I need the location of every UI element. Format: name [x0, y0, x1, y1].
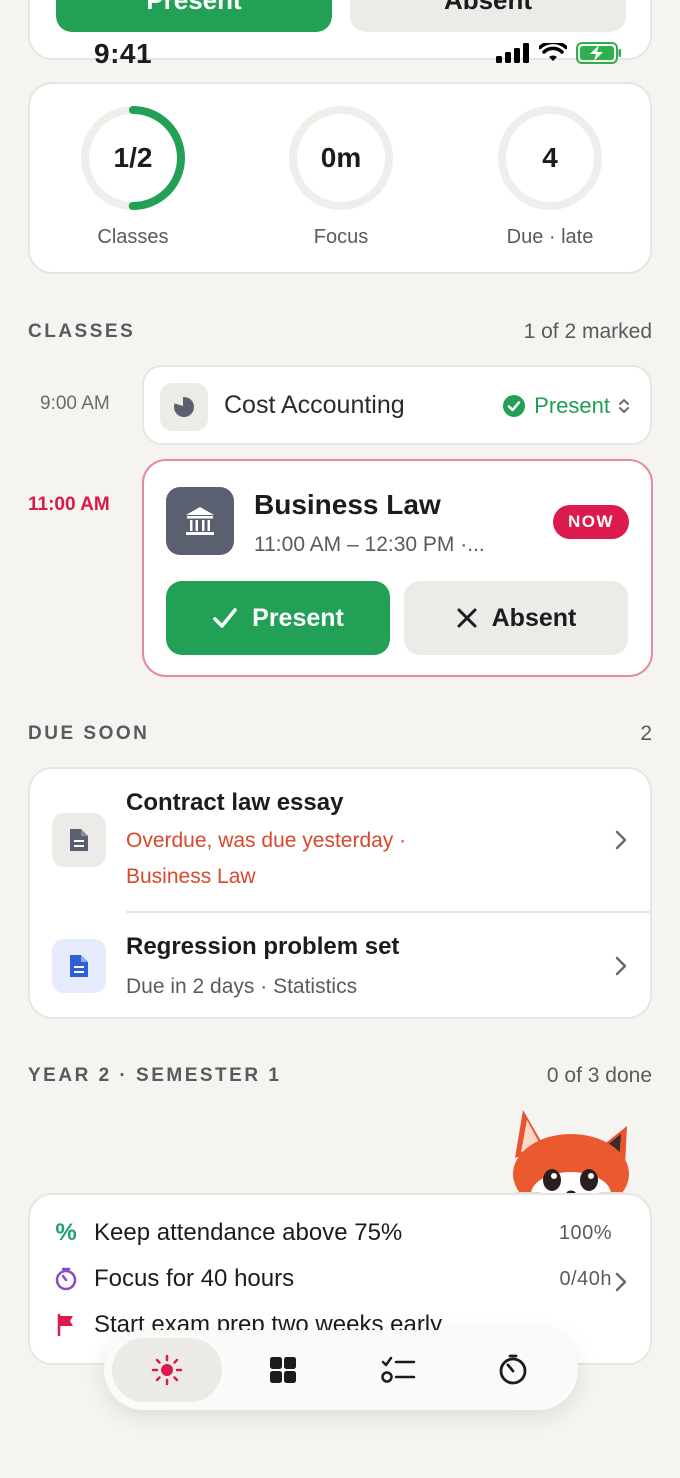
- goal-progress: 100%: [558, 1221, 612, 1244]
- top-present-label: Present: [146, 0, 242, 15]
- stat-focus-label: Focus: [313, 226, 369, 248]
- focus-progress-ring: 0m: [287, 104, 395, 212]
- mark-absent-button[interactable]: Absent: [404, 581, 628, 655]
- due-item-status-line1: Overdue, was due yesterday ·: [126, 829, 407, 852]
- attendance-status-label: Present: [534, 393, 610, 418]
- status-time: 9:41: [94, 38, 153, 69]
- now-badge: NOW: [552, 505, 629, 539]
- sun-icon: [151, 1354, 183, 1386]
- stat-classes-label: Classes: [97, 226, 169, 248]
- class-name: Cost Accounting: [224, 391, 405, 419]
- document-icon: [70, 955, 88, 977]
- check-circle-icon: [503, 395, 526, 417]
- goal-text: Focus for 40 hours: [94, 1265, 295, 1292]
- chevron-right-icon: [615, 1272, 627, 1292]
- stat-due-label: Due · late: [506, 226, 594, 248]
- checkmark-icon: [213, 608, 237, 628]
- current-class-time-label: 11:00 AM: [28, 494, 110, 515]
- goal-row: % Keep attendance above 75% 100%: [52, 1219, 612, 1247]
- stat-focus-value: 0m: [320, 142, 362, 173]
- due-item-title: Contract law essay: [126, 789, 344, 816]
- courthouse-icon: [186, 507, 214, 535]
- mark-absent-label: Absent: [491, 603, 577, 632]
- due-soon-card: Contract law essay Overdue, was due yest…: [28, 767, 652, 1019]
- top-present-button[interactable]: Present: [56, 0, 332, 32]
- document-icon-box: [52, 813, 106, 867]
- classes-section-header: CLASSES 1 of 2 marked: [28, 320, 652, 344]
- document-icon: [70, 829, 88, 851]
- current-class-time-range: 11:00 AM – 12:30 PM ·...: [254, 533, 485, 556]
- document-icon-box: [52, 939, 106, 993]
- semester-section-header: YEAR 2 · SEMESTER 1 0 of 3 done: [28, 1064, 652, 1088]
- chevron-up-down-icon: [619, 399, 629, 413]
- classes-section-title: CLASSES: [28, 321, 136, 342]
- class-icon: [160, 383, 208, 431]
- classes-progress-ring: 1/2: [79, 104, 187, 212]
- tab-today[interactable]: [112, 1338, 222, 1402]
- top-absent-button[interactable]: Absent: [350, 0, 626, 32]
- timer-icon: [52, 1265, 80, 1293]
- stopwatch-icon: [499, 1354, 527, 1385]
- pie-chart-icon: [173, 396, 194, 417]
- current-class-name: Business Law: [254, 489, 441, 520]
- semester-section-title: YEAR 2 · SEMESTER 1: [28, 1065, 282, 1086]
- goal-progress: 0/40h: [559, 1267, 612, 1290]
- chevron-right-icon: [615, 956, 627, 976]
- tab-tasks[interactable]: [344, 1338, 454, 1402]
- due-progress-ring: 4: [496, 104, 604, 212]
- tab-focus[interactable]: [458, 1338, 568, 1402]
- wifi-icon: [539, 43, 567, 61]
- due-item-course: Business Law: [126, 865, 256, 888]
- due-item-title: Regression problem set: [126, 933, 400, 960]
- grid-icon: [270, 1357, 296, 1383]
- mark-present-label: Present: [252, 603, 344, 632]
- percent-icon: %: [55, 1219, 77, 1246]
- due-item-contract-law-essay[interactable]: Contract law essay Overdue, was due yest…: [30, 769, 650, 911]
- semester-done-count: 0 of 3 done: [546, 1064, 652, 1087]
- current-class-card[interactable]: Business Law 11:00 AM – 12:30 PM ·... NO…: [142, 459, 653, 677]
- tab-overview[interactable]: [228, 1338, 338, 1402]
- due-soon-count: 2: [640, 722, 652, 745]
- close-icon: [457, 608, 477, 628]
- daily-stats-card: 1/2 Classes 0m Focus 4 Due · late: [28, 82, 652, 274]
- class-time-label: 9:00 AM: [40, 393, 110, 414]
- due-item-regression-problem-set[interactable]: Regression problem set Due in 2 days · S…: [30, 913, 650, 1017]
- attendance-status-select[interactable]: Present: [502, 393, 630, 419]
- class-icon: [166, 487, 234, 555]
- status-bar: 9:41: [0, 34, 680, 78]
- class-row-cost-accounting[interactable]: Cost Accounting Present: [142, 365, 652, 445]
- cellular-signal-icon: [496, 43, 529, 63]
- bottom-tab-bar: [104, 1330, 578, 1410]
- stat-classes-value: 1/2: [113, 142, 153, 173]
- goal-text: Keep attendance above 75%: [94, 1219, 403, 1246]
- goal-row: Focus for 40 hours 0/40h: [52, 1265, 612, 1293]
- due-item-status: Due in 2 days · Statistics: [126, 975, 358, 998]
- checklist-icon: [381, 1356, 416, 1383]
- classes-marked-count: 1 of 2 marked: [523, 320, 652, 343]
- due-soon-section-header: DUE SOON 2: [28, 722, 652, 746]
- chevron-right-icon: [615, 830, 627, 850]
- fox-mascot-image: [513, 1110, 629, 1200]
- top-absent-label: Absent: [443, 0, 533, 15]
- due-item-status: Overdue, was due yesterday · Business La…: [126, 823, 406, 895]
- mark-present-button[interactable]: Present: [166, 581, 390, 655]
- battery-charging-icon: [576, 42, 621, 64]
- stat-focus[interactable]: 0m Focus: [271, 104, 411, 249]
- stat-due[interactable]: 4 Due · late: [480, 104, 620, 249]
- flag-icon: [52, 1311, 80, 1339]
- due-soon-section-title: DUE SOON: [28, 723, 150, 744]
- stat-due-value: 4: [542, 142, 558, 173]
- stat-classes[interactable]: 1/2 Classes: [63, 104, 203, 249]
